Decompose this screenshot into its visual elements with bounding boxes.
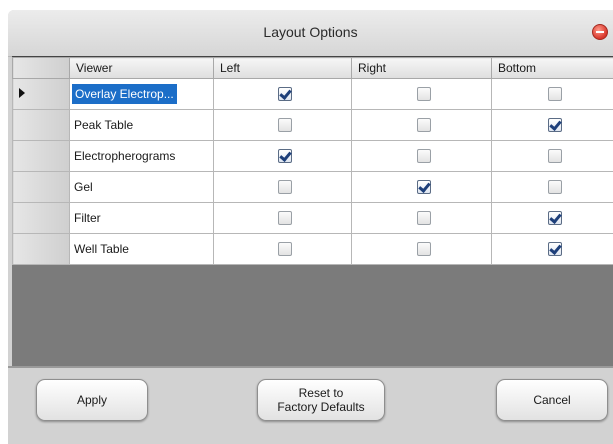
reset-to-factory-defaults-button[interactable]: Reset to Factory Defaults xyxy=(257,379,385,421)
table-row[interactable]: Gel xyxy=(12,171,613,203)
column-header-right[interactable]: Right xyxy=(351,57,492,79)
left-cell xyxy=(213,171,352,203)
right-checkbox[interactable] xyxy=(416,180,431,195)
row-header[interactable] xyxy=(12,78,70,110)
column-header-bottom[interactable]: Bottom xyxy=(491,57,613,79)
right-cell xyxy=(351,233,492,265)
viewer-name: Peak Table xyxy=(74,118,134,132)
left-checkbox[interactable] xyxy=(277,87,292,102)
cancel-button[interactable]: Cancel xyxy=(496,379,608,421)
left-cell xyxy=(213,202,352,234)
column-header-left[interactable]: Left xyxy=(213,57,352,79)
layout-table: Viewer Left Right Bottom Overlay Electro… xyxy=(12,57,613,265)
viewer-cell[interactable]: Peak Table xyxy=(69,109,214,141)
viewer-name: Filter xyxy=(74,211,101,225)
right-cell xyxy=(351,109,492,141)
apply-button[interactable]: Apply xyxy=(36,379,148,421)
left-checkbox[interactable] xyxy=(277,211,292,226)
bottom-cell xyxy=(491,109,613,141)
bottom-checkbox[interactable] xyxy=(547,242,562,257)
row-pointer-icon xyxy=(19,88,25,98)
divider xyxy=(8,366,613,368)
left-cell xyxy=(213,233,352,265)
viewer-name: Gel xyxy=(74,180,93,194)
bottom-cell xyxy=(491,233,613,265)
table-row[interactable]: Overlay Electrop... xyxy=(12,78,613,110)
row-header[interactable] xyxy=(12,171,70,203)
right-checkbox[interactable] xyxy=(416,149,431,164)
viewer-name: Overlay Electrop... xyxy=(72,84,177,104)
left-checkbox[interactable] xyxy=(277,180,292,195)
row-header[interactable] xyxy=(12,140,70,172)
row-header[interactable] xyxy=(12,202,70,234)
bottom-cell xyxy=(491,78,613,110)
title-bar: Layout Options xyxy=(8,10,613,57)
right-cell xyxy=(351,171,492,203)
bottom-cell xyxy=(491,171,613,203)
row-header[interactable] xyxy=(12,233,70,265)
bottom-checkbox[interactable] xyxy=(547,211,562,226)
bottom-checkbox[interactable] xyxy=(547,87,562,102)
viewer-name: Well Table xyxy=(74,242,129,256)
right-cell xyxy=(351,140,492,172)
bottom-cell xyxy=(491,140,613,172)
right-checkbox[interactable] xyxy=(416,118,431,133)
row-header[interactable] xyxy=(12,109,70,141)
viewer-cell[interactable]: Well Table xyxy=(69,233,214,265)
bottom-checkbox[interactable] xyxy=(547,180,562,195)
bottom-checkbox[interactable] xyxy=(547,118,562,133)
viewer-cell[interactable]: Gel xyxy=(69,171,214,203)
layout-options-dialog: Layout Options Viewer Left Right Bottom xyxy=(8,10,613,444)
row-header-corner xyxy=(12,57,70,79)
close-icon[interactable] xyxy=(592,24,608,40)
table-row[interactable]: Filter xyxy=(12,202,613,234)
left-checkbox[interactable] xyxy=(277,242,292,257)
left-cell xyxy=(213,78,352,110)
right-cell xyxy=(351,202,492,234)
table-row[interactable]: Well Table xyxy=(12,233,613,265)
left-cell xyxy=(213,109,352,141)
viewer-cell[interactable]: Filter xyxy=(69,202,214,234)
viewer-cell[interactable]: Electropherograms xyxy=(69,140,214,172)
viewer-cell[interactable]: Overlay Electrop... xyxy=(69,78,214,110)
right-checkbox[interactable] xyxy=(416,87,431,102)
bottom-checkbox[interactable] xyxy=(547,149,562,164)
table-row[interactable]: Electropherograms xyxy=(12,140,613,172)
dialog-title: Layout Options xyxy=(263,24,358,40)
viewer-layout-grid: Viewer Left Right Bottom Overlay Electro… xyxy=(12,56,613,367)
left-cell xyxy=(213,140,352,172)
bottom-cell xyxy=(491,202,613,234)
right-checkbox[interactable] xyxy=(416,242,431,257)
table-row[interactable]: Peak Table xyxy=(12,109,613,141)
right-checkbox[interactable] xyxy=(416,211,431,226)
viewer-name: Electropherograms xyxy=(74,149,176,163)
left-checkbox[interactable] xyxy=(277,118,292,133)
left-checkbox[interactable] xyxy=(277,149,292,164)
header-row: Viewer Left Right Bottom xyxy=(12,57,613,79)
column-header-viewer[interactable]: Viewer xyxy=(69,57,214,79)
right-cell xyxy=(351,78,492,110)
